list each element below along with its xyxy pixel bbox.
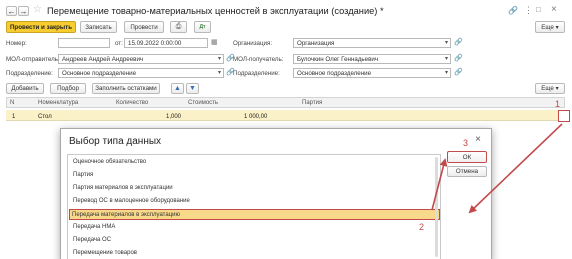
- arrow-to-selected-item: [468, 123, 563, 214]
- arrow-to-ok-button: [431, 158, 448, 211]
- annotation-arrows: [431, 123, 563, 214]
